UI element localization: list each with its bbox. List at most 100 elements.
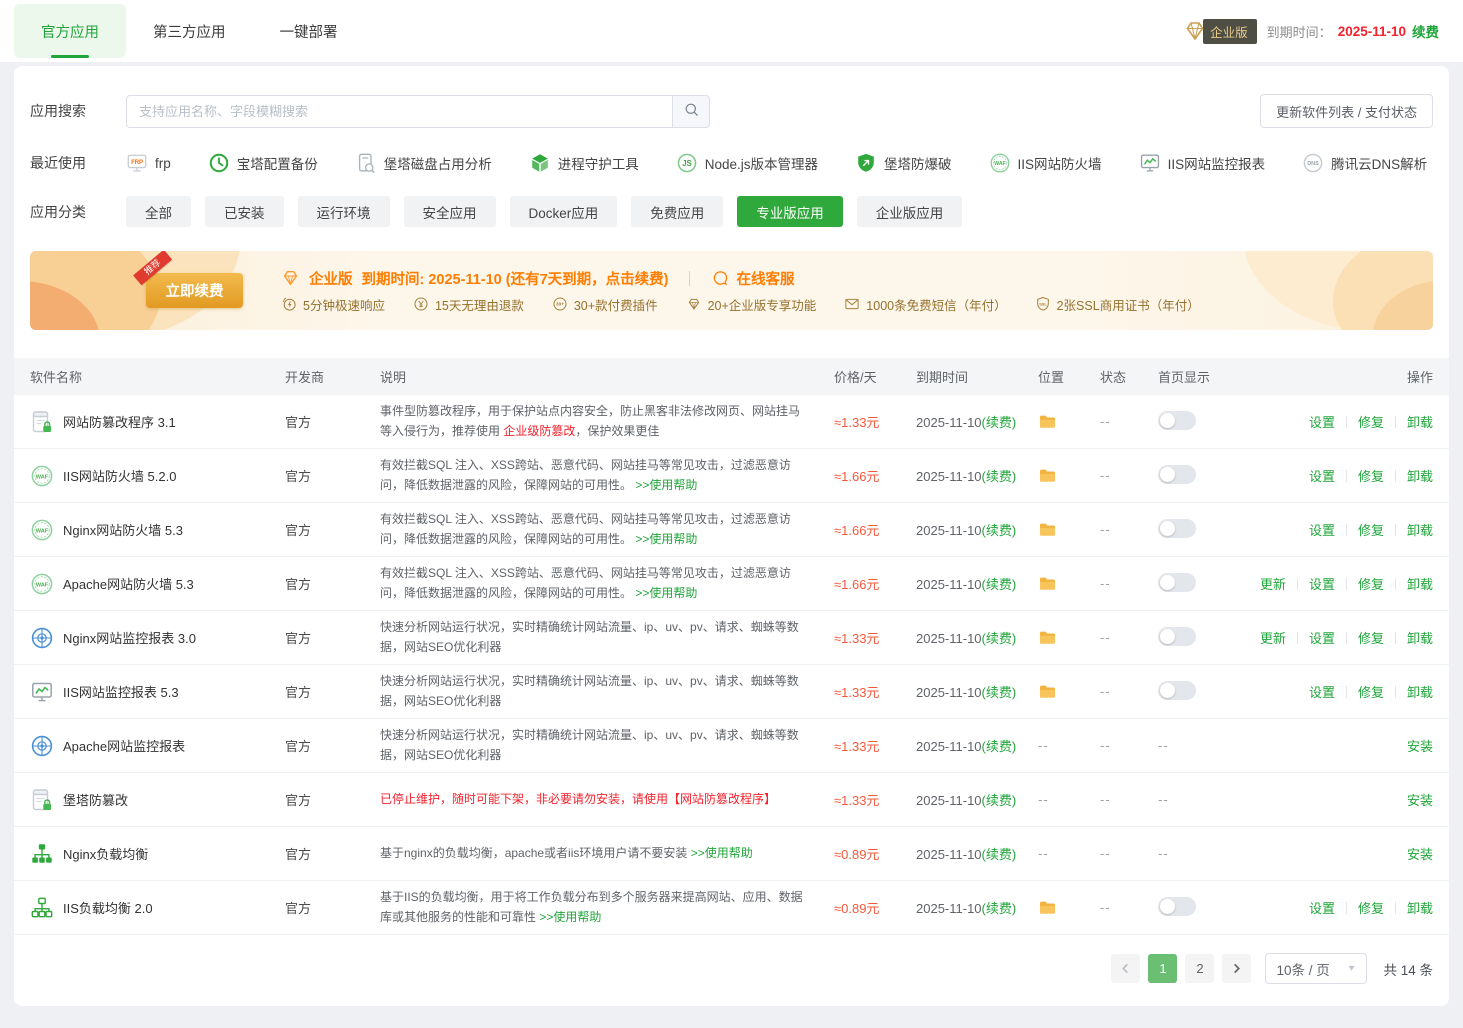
category-enterprise[interactable]: 企业版应用 [857, 196, 963, 227]
recent-app-anti-burst[interactable]: 堡塔防爆破 [855, 152, 952, 174]
renew-link[interactable]: 续费 [1412, 21, 1439, 41]
tab-official[interactable]: 官方应用 [14, 4, 126, 58]
recent-app-disk-analysis[interactable]: 堡塔磁盘占用分析 [355, 152, 492, 174]
app-name: 网站防篡改程序 3.1 [63, 412, 176, 431]
folder-icon[interactable] [1038, 467, 1100, 484]
action-uninstall[interactable]: 卸载 [1407, 898, 1433, 917]
developer: 官方 [285, 574, 380, 593]
search-button[interactable] [672, 95, 710, 128]
folder-icon[interactable] [1038, 413, 1100, 430]
app-name: Nginx负载均衡 [63, 844, 148, 863]
shield-icon [855, 152, 877, 174]
renew-link[interactable]: (续费) [982, 577, 1017, 592]
tab-third-party[interactable]: 第三方应用 [126, 4, 253, 58]
category-docker[interactable]: Docker应用 [510, 196, 618, 227]
action-uninstall[interactable]: 卸载 [1407, 574, 1433, 593]
recent-app-tencent-dns[interactable]: DNS腾讯云DNS解析 [1302, 152, 1427, 174]
homepage-toggle[interactable] [1158, 465, 1196, 484]
renew-link[interactable]: (续费) [982, 469, 1017, 484]
help-link[interactable]: >>使用帮助 [635, 586, 697, 600]
file-lock-icon [30, 410, 54, 434]
category-pro[interactable]: 专业版应用 [737, 196, 843, 227]
renew-link[interactable]: (续费) [982, 847, 1017, 862]
recent-app-nodejs-manager[interactable]: JSNode.js版本管理器 [676, 152, 818, 174]
action-update[interactable]: 更新 [1260, 628, 1286, 647]
recent-app-process-guard[interactable]: 进程守护工具 [529, 152, 639, 174]
action-uninstall[interactable]: 卸载 [1407, 682, 1433, 701]
search-box [126, 95, 710, 128]
action-settings[interactable]: 设置 [1309, 574, 1335, 593]
folder-icon[interactable] [1038, 683, 1100, 700]
recent-app-iis-report[interactable]: IIS网站监控报表 [1139, 152, 1266, 174]
category-runtime[interactable]: 运行环境 [298, 196, 390, 227]
recent-app-frp[interactable]: FRPfrp [126, 152, 171, 174]
folder-icon[interactable] [1038, 899, 1100, 916]
action-settings[interactable]: 设置 [1309, 682, 1335, 701]
action-repair[interactable]: 修复 [1358, 412, 1384, 431]
action-repair[interactable]: 修复 [1358, 898, 1384, 917]
enterprise-tamper-link[interactable]: 企业级防篡改 [503, 424, 575, 438]
help-link[interactable]: >>使用帮助 [691, 846, 753, 860]
action-uninstall[interactable]: 卸载 [1407, 628, 1433, 647]
update-software-list-button[interactable]: 更新软件列表 / 支付状态 [1260, 94, 1433, 128]
prev-page-button[interactable] [1111, 954, 1140, 983]
software-name-cell: Apache网站监控报表 [30, 734, 285, 758]
renew-now-button[interactable]: 立即续费 [146, 273, 243, 308]
next-page-button[interactable] [1222, 954, 1251, 983]
status-cell: -- [1100, 630, 1158, 645]
action-settings[interactable]: 设置 [1309, 412, 1335, 431]
tab-one-click-deploy[interactable]: 一键部署 [253, 4, 365, 58]
renew-link[interactable]: (续费) [982, 739, 1017, 754]
action-update[interactable]: 更新 [1260, 574, 1286, 593]
action-repair[interactable]: 修复 [1358, 466, 1384, 485]
renew-link[interactable]: (续费) [982, 415, 1017, 430]
online-support-link[interactable]: 在线客服 [711, 268, 794, 289]
homepage-toggle[interactable] [1158, 627, 1196, 646]
renew-link[interactable]: (续费) [982, 631, 1017, 646]
renew-link[interactable]: (续费) [982, 793, 1017, 808]
renew-link[interactable]: (续费) [982, 685, 1017, 700]
action-repair[interactable]: 修复 [1358, 628, 1384, 647]
page-buttons: 12 [1148, 954, 1214, 983]
homepage-toggle[interactable] [1158, 573, 1196, 592]
action-settings[interactable]: 设置 [1309, 628, 1335, 647]
action-uninstall[interactable]: 卸载 [1407, 412, 1433, 431]
expiry-date: 2025-11-10 [916, 469, 982, 484]
banner-expiry-text[interactable]: 到期时间: 2025-11-10 (还有7天到期，点击续费) [362, 268, 669, 289]
category-security[interactable]: 安全应用 [404, 196, 496, 227]
folder-icon[interactable] [1038, 575, 1100, 592]
folder-icon[interactable] [1038, 521, 1100, 538]
action-settings[interactable]: 设置 [1309, 466, 1335, 485]
category-all[interactable]: 全部 [126, 196, 191, 227]
action-install[interactable]: 安装 [1407, 736, 1433, 755]
action-uninstall[interactable]: 卸载 [1407, 520, 1433, 539]
action-settings[interactable]: 设置 [1309, 898, 1335, 917]
category-installed[interactable]: 已安装 [205, 196, 284, 227]
page-size-select[interactable]: 10条 / 页 ▼ [1265, 953, 1367, 984]
help-link[interactable]: >>使用帮助 [635, 532, 697, 546]
help-link[interactable]: >>使用帮助 [635, 478, 697, 492]
location-cell [1038, 467, 1100, 484]
diamond-icon [281, 270, 300, 286]
homepage-toggle[interactable] [1158, 681, 1196, 700]
page-button-2[interactable]: 2 [1185, 954, 1214, 983]
action-settings[interactable]: 设置 [1309, 520, 1335, 539]
action-uninstall[interactable]: 卸载 [1407, 466, 1433, 485]
action-repair[interactable]: 修复 [1358, 574, 1384, 593]
renew-link[interactable]: (续费) [982, 523, 1017, 538]
recent-app-config-backup[interactable]: 宝塔配置备份 [208, 152, 318, 174]
search-input[interactable] [126, 95, 672, 128]
help-link[interactable]: >>使用帮助 [539, 910, 601, 924]
renew-link[interactable]: (续费) [982, 901, 1017, 916]
folder-icon[interactable] [1038, 629, 1100, 646]
page-button-1[interactable]: 1 [1148, 954, 1177, 983]
action-repair[interactable]: 修复 [1358, 520, 1384, 539]
action-install[interactable]: 安装 [1407, 844, 1433, 863]
homepage-toggle[interactable] [1158, 897, 1196, 916]
action-repair[interactable]: 修复 [1358, 682, 1384, 701]
homepage-toggle[interactable] [1158, 411, 1196, 430]
category-free[interactable]: 免费应用 [631, 196, 723, 227]
recent-app-iis-waf[interactable]: WAFIIS网站防火墙 [989, 152, 1102, 174]
action-install[interactable]: 安装 [1407, 790, 1433, 809]
homepage-toggle[interactable] [1158, 519, 1196, 538]
